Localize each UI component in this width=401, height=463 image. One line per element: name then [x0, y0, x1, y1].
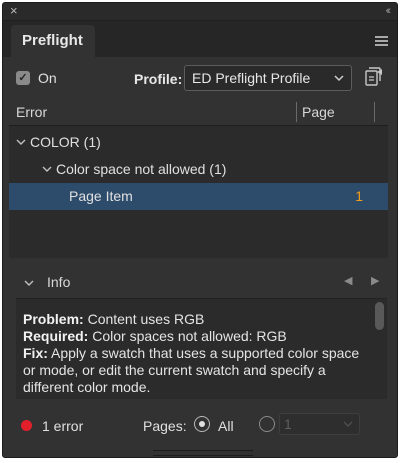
- page-number-link[interactable]: 1: [355, 183, 363, 210]
- pages-range-value: 1: [284, 416, 292, 432]
- error-status-icon: [21, 420, 32, 431]
- problem-label: Problem:: [23, 311, 84, 327]
- on-checkbox[interactable]: ✓: [16, 71, 30, 85]
- pages-label: Pages:: [143, 418, 187, 434]
- required-label: Required:: [23, 328, 89, 344]
- define-profiles-icon[interactable]: [362, 66, 384, 91]
- error-tree: COLOR (1) Color space not allowed (1) Pa…: [9, 126, 388, 258]
- tree-row-label: Page Item: [69, 188, 133, 204]
- resize-grip[interactable]: [153, 450, 253, 456]
- pages-all-radio[interactable]: [194, 416, 210, 432]
- error-list-header: Error Page: [9, 99, 388, 126]
- info-text: Problem: Content uses RGB Required: Colo…: [23, 311, 371, 396]
- profile-label: Profile:: [134, 71, 183, 87]
- chevron-down-icon: [342, 414, 354, 439]
- column-divider[interactable]: [374, 102, 375, 122]
- tree-row-page-item[interactable]: Page Item 1: [9, 183, 388, 210]
- info-section-header: Info ◀ ▶: [3, 271, 397, 295]
- info-box: Problem: Content uses RGB Required: Colo…: [16, 298, 387, 399]
- previous-error-icon[interactable]: ◀: [344, 274, 352, 287]
- profile-dropdown[interactable]: ED Preflight Profile: [184, 65, 352, 91]
- required-text: Color spaces not allowed: RGB: [88, 328, 287, 344]
- profile-value: ED Preflight Profile: [192, 70, 311, 86]
- chevron-down-icon[interactable]: [23, 273, 35, 296]
- error-count: 1 error: [42, 418, 84, 434]
- panel-titlebar: × ‹‹: [3, 3, 397, 21]
- fix-label: Fix:: [23, 345, 48, 361]
- collapse-panel-icon[interactable]: ‹‹: [386, 3, 392, 19]
- tree-row-color-group[interactable]: COLOR (1): [9, 129, 388, 156]
- problem-text: Content uses RGB: [83, 311, 205, 327]
- next-error-icon[interactable]: ▶: [371, 274, 379, 287]
- fix-text: Apply a swatch that uses a supported col…: [23, 345, 360, 395]
- pages-range-radio[interactable]: [259, 416, 275, 432]
- tab-preflight[interactable]: Preflight: [11, 25, 95, 57]
- pages-all-label[interactable]: All: [218, 418, 234, 434]
- column-header-error[interactable]: Error: [16, 104, 47, 120]
- info-scrollbar[interactable]: [375, 302, 384, 330]
- tree-row-label: COLOR (1): [30, 134, 101, 150]
- column-divider[interactable]: [296, 102, 297, 122]
- panel-menu-icon[interactable]: [375, 36, 388, 48]
- tree-row-color-space-not-allowed[interactable]: Color space not allowed (1): [9, 156, 388, 183]
- info-label: Info: [47, 274, 71, 290]
- on-label: On: [38, 70, 57, 86]
- preflight-controls: ✓ On Profile: ED Preflight Profile: [3, 63, 397, 95]
- column-header-page[interactable]: Page: [302, 104, 335, 120]
- chevron-down-icon: [333, 66, 345, 97]
- preflight-footer: 1 error Pages: All 1: [3, 408, 397, 448]
- pages-range-field[interactable]: 1: [279, 413, 360, 435]
- tree-row-label: Color space not allowed (1): [56, 161, 227, 177]
- close-icon[interactable]: ×: [10, 3, 18, 19]
- preflight-panel: × ‹‹ Preflight ✓ On Profile: ED Prefligh…: [2, 2, 398, 458]
- panel-tab-row: Preflight: [3, 21, 397, 57]
